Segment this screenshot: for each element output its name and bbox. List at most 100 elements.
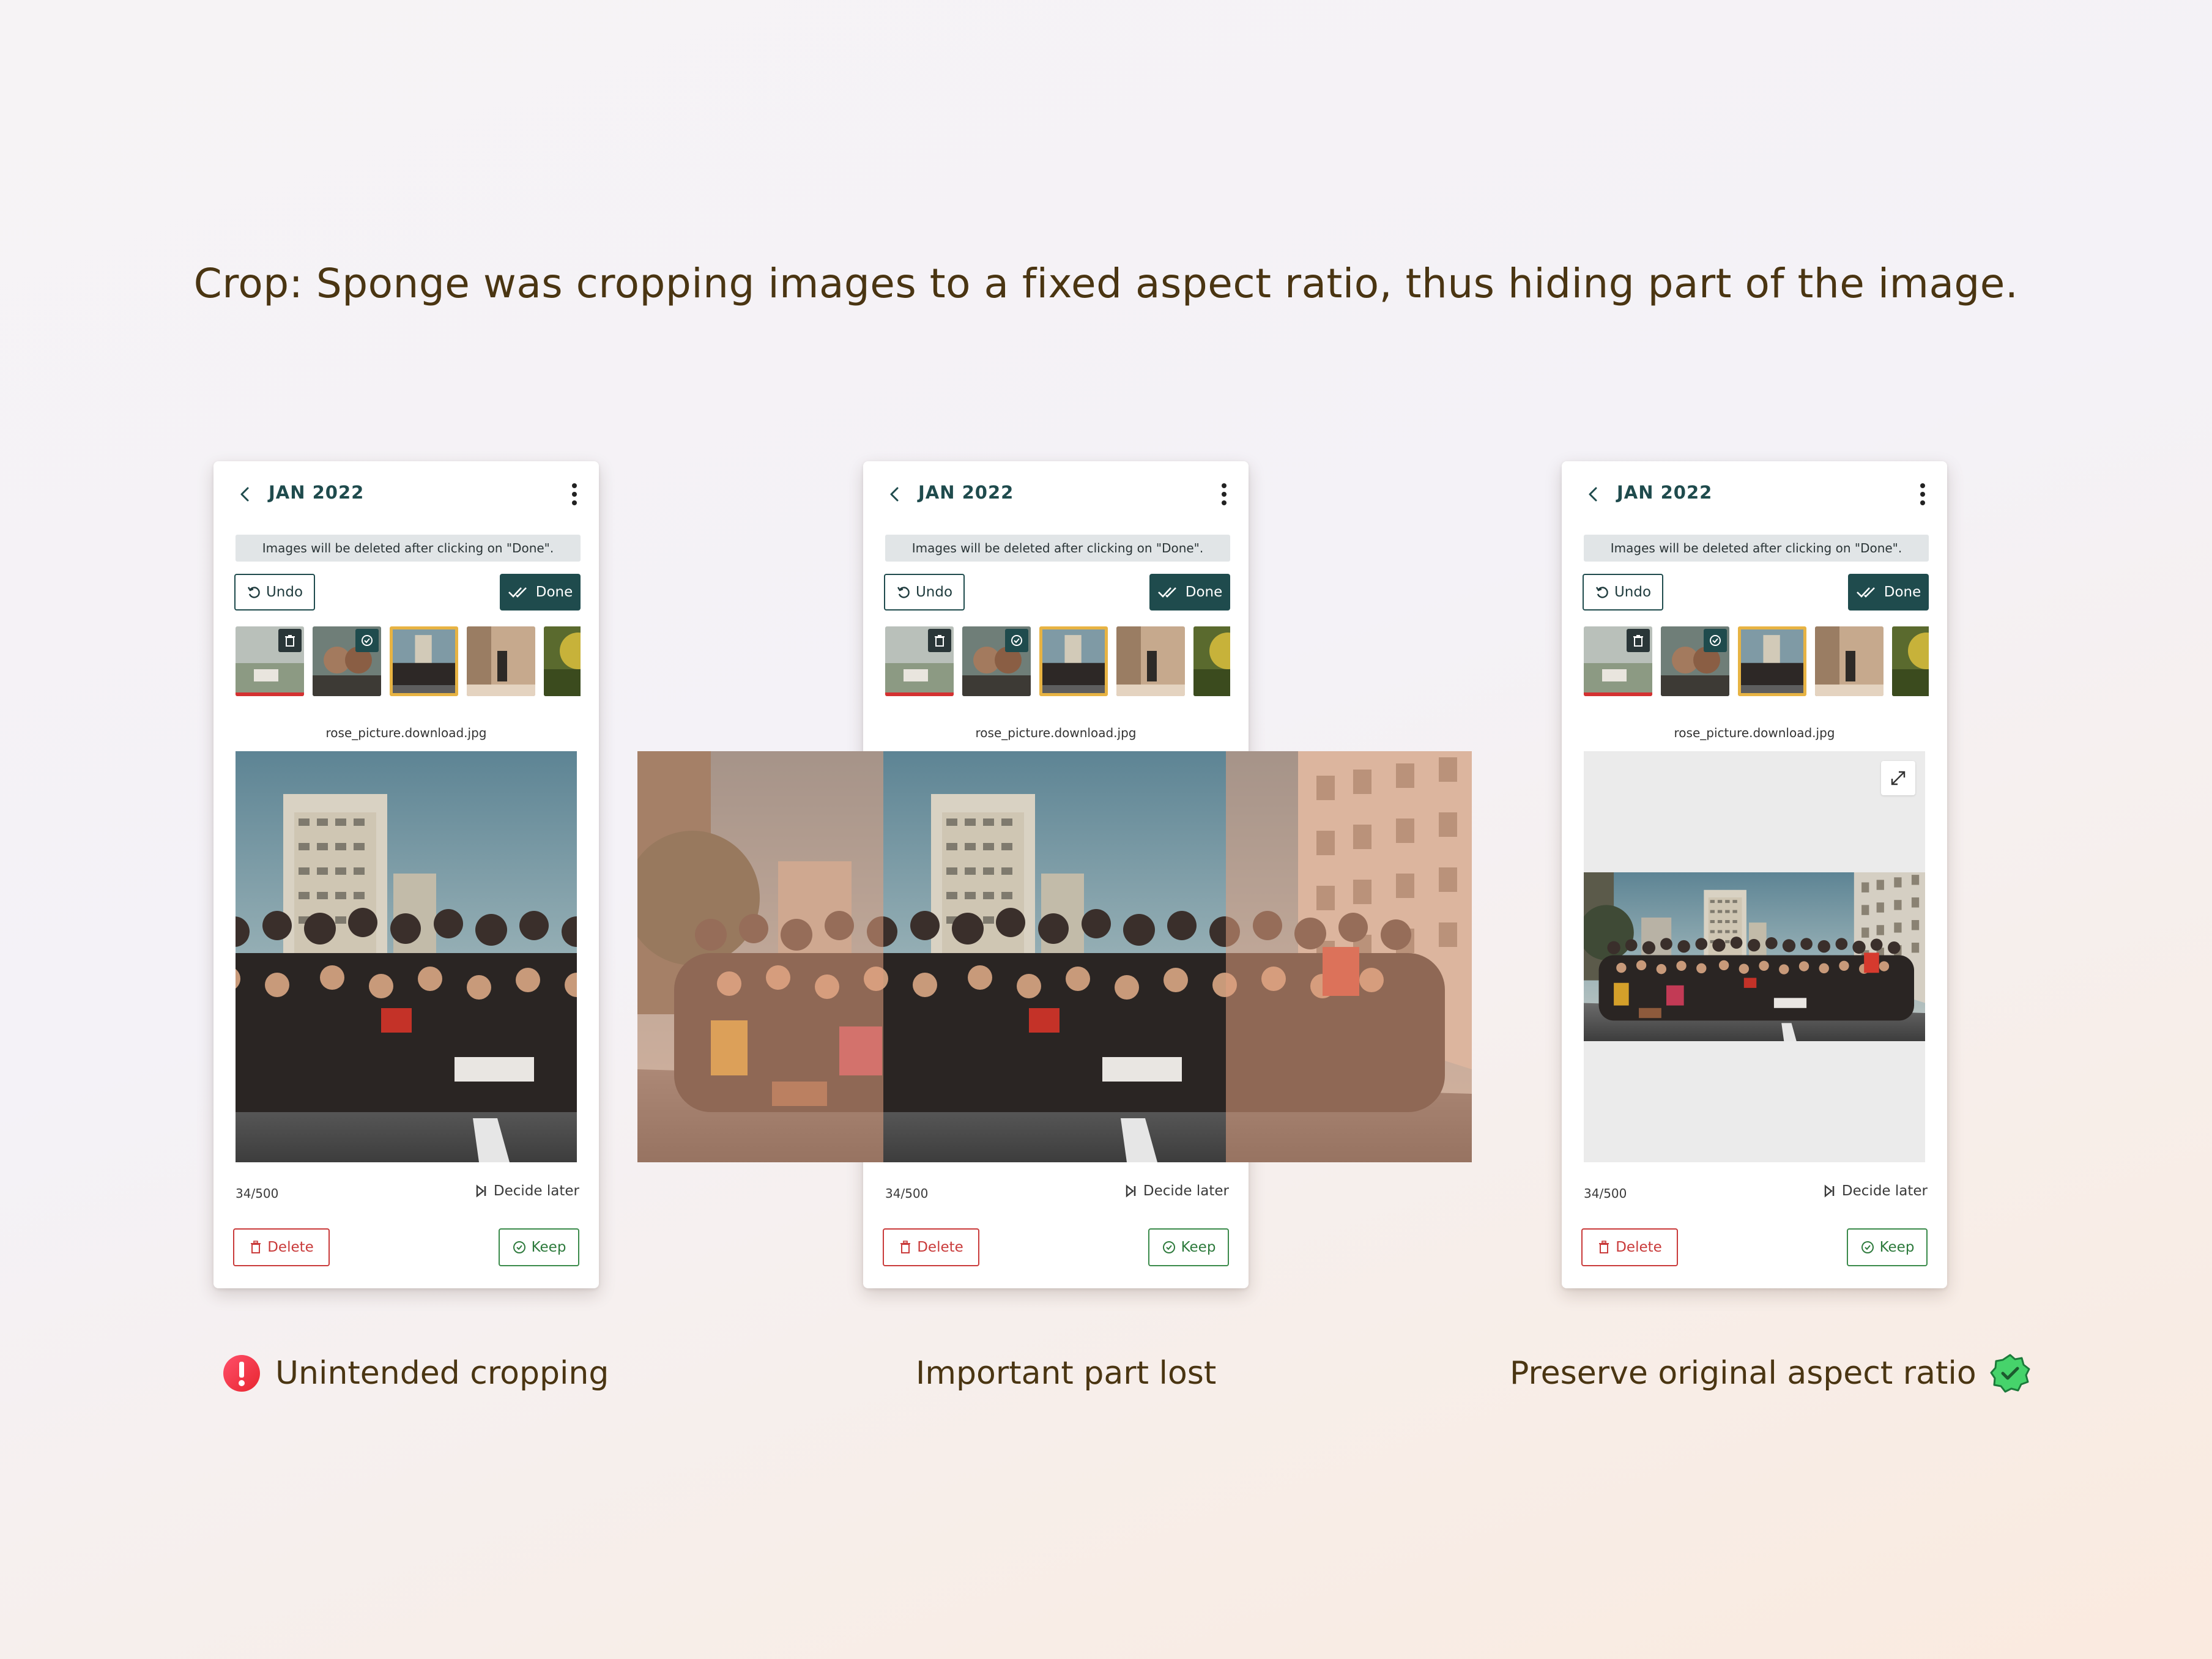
- thumbnail-selected[interactable]: [390, 626, 458, 696]
- check-circle-icon: [1861, 1241, 1874, 1253]
- double-check-icon: [508, 587, 527, 598]
- headline: Crop: Sponge was cropping images to a fi…: [193, 260, 2019, 307]
- app-header: JAN 2022: [1562, 478, 1947, 509]
- delete-label: Delete: [917, 1239, 963, 1255]
- delete-notice: Images will be deleted after clicking on…: [885, 535, 1230, 562]
- undo-label: Undo: [265, 584, 303, 600]
- photo-full-aspect: [1584, 872, 1925, 1041]
- thumbnail[interactable]: [313, 626, 381, 696]
- delete-button[interactable]: Delete: [883, 1228, 979, 1266]
- keep-label: Keep: [1181, 1239, 1216, 1255]
- photo-preview-cropped: [236, 751, 577, 1162]
- check-circle-icon: [513, 1241, 525, 1253]
- keep-button[interactable]: Keep: [499, 1228, 579, 1266]
- caption-middle-text: Important part lost: [916, 1355, 1217, 1392]
- chevron-left-icon[interactable]: [234, 483, 256, 505]
- thumbnail[interactable]: [1584, 626, 1652, 696]
- caption-left-text: Unintended cropping: [275, 1355, 609, 1392]
- thumbnail[interactable]: [885, 626, 954, 696]
- chevron-left-icon[interactable]: [884, 483, 906, 505]
- undo-button[interactable]: Undo: [1583, 574, 1663, 611]
- hidden-area-right: [1226, 751, 1472, 1162]
- check-circle-icon: [1011, 635, 1022, 646]
- double-check-icon: [1157, 587, 1176, 598]
- thumbnail[interactable]: [1892, 626, 1929, 696]
- trash-icon: [1633, 635, 1643, 647]
- undo-button[interactable]: Undo: [884, 574, 965, 611]
- thumbnail[interactable]: [467, 626, 535, 696]
- thumbnail-strip: [1584, 626, 1929, 699]
- decide-later-label: Decide later: [1143, 1183, 1229, 1199]
- filename: rose_picture.download.jpg: [1674, 726, 1835, 740]
- keep-button[interactable]: Keep: [1148, 1228, 1229, 1266]
- thumbnail[interactable]: [1193, 626, 1230, 696]
- photo-preview-letterboxed: [1584, 751, 1925, 1162]
- filename: rose_picture.download.jpg: [325, 726, 487, 740]
- done-button[interactable]: Done: [1149, 574, 1230, 611]
- chevron-left-icon[interactable]: [1583, 483, 1605, 505]
- done-label: Done: [1185, 584, 1223, 600]
- decide-later-button[interactable]: Decide later: [475, 1183, 579, 1199]
- undo-label: Undo: [1614, 584, 1652, 600]
- delete-notice: Images will be deleted after clicking on…: [1584, 535, 1929, 562]
- undo-icon: [1595, 587, 1608, 598]
- image-counter: 34/500: [885, 1186, 929, 1201]
- undo-icon: [247, 587, 260, 598]
- caption-left: Unintended cropping: [221, 1349, 609, 1398]
- image-counter: 34/500: [1584, 1186, 1627, 1201]
- thumbnail-selected[interactable]: [1738, 626, 1806, 696]
- month-title: JAN 2022: [918, 482, 1014, 503]
- skip-icon: [476, 1184, 486, 1198]
- more-vertical-icon[interactable]: [1919, 482, 1926, 507]
- thumbnail[interactable]: [1116, 626, 1185, 696]
- expand-button[interactable]: [1881, 761, 1915, 795]
- trash-badge: [278, 629, 302, 652]
- more-vertical-icon[interactable]: [1220, 482, 1228, 507]
- thumbnail-selected[interactable]: [1039, 626, 1108, 696]
- check-circle-icon: [1710, 635, 1721, 646]
- original-photo-full-width: [637, 751, 1472, 1162]
- phone-screen-cropped: JAN 2022 Images will be deleted after cl…: [213, 461, 599, 1288]
- double-check-icon: [1856, 587, 1875, 598]
- filename: rose_picture.download.jpg: [975, 726, 1137, 740]
- caption-right: Preserve original aspect ratio: [1510, 1349, 2030, 1398]
- trash-icon: [1599, 1241, 1609, 1253]
- hidden-area-left: [637, 751, 883, 1162]
- decide-later-button[interactable]: Decide later: [1824, 1183, 1928, 1199]
- thumbnail[interactable]: [1815, 626, 1884, 696]
- phone-screen-preserved: JAN 2022 Images will be deleted after cl…: [1562, 461, 1947, 1288]
- keep-button[interactable]: Keep: [1847, 1228, 1928, 1266]
- done-label: Done: [1884, 584, 1921, 600]
- undo-icon: [897, 587, 910, 598]
- trash-badge: [1627, 629, 1650, 652]
- decide-later-button[interactable]: Decide later: [1125, 1183, 1229, 1199]
- delete-button[interactable]: Delete: [1581, 1228, 1678, 1266]
- delete-label: Delete: [267, 1239, 314, 1255]
- delete-marker: [1584, 692, 1652, 696]
- alert-icon: [223, 1355, 260, 1392]
- done-button[interactable]: Done: [1848, 574, 1929, 611]
- thumbnail[interactable]: [962, 626, 1031, 696]
- undo-button[interactable]: Undo: [234, 574, 315, 611]
- undo-label: Undo: [915, 584, 953, 600]
- month-title: JAN 2022: [269, 482, 365, 503]
- month-title: JAN 2022: [1617, 482, 1713, 503]
- thumbnail[interactable]: [1661, 626, 1729, 696]
- skip-icon: [1824, 1184, 1835, 1198]
- keep-badge: [1005, 629, 1028, 652]
- done-button[interactable]: Done: [500, 574, 581, 611]
- more-vertical-icon[interactable]: [571, 482, 578, 507]
- delete-button[interactable]: Delete: [233, 1228, 330, 1266]
- app-header: JAN 2022: [863, 478, 1249, 509]
- done-label: Done: [535, 584, 573, 600]
- thumbnail[interactable]: [236, 626, 304, 696]
- caption-middle: Important part lost: [916, 1349, 1216, 1398]
- check-circle-icon: [1162, 1241, 1175, 1253]
- keep-label: Keep: [531, 1239, 566, 1255]
- thumbnail[interactable]: [544, 626, 581, 696]
- delete-marker: [236, 692, 304, 696]
- skip-icon: [1126, 1184, 1136, 1198]
- check-circle-icon: [362, 635, 373, 646]
- expand-icon: [1891, 771, 1906, 785]
- image-counter: 34/500: [236, 1186, 279, 1201]
